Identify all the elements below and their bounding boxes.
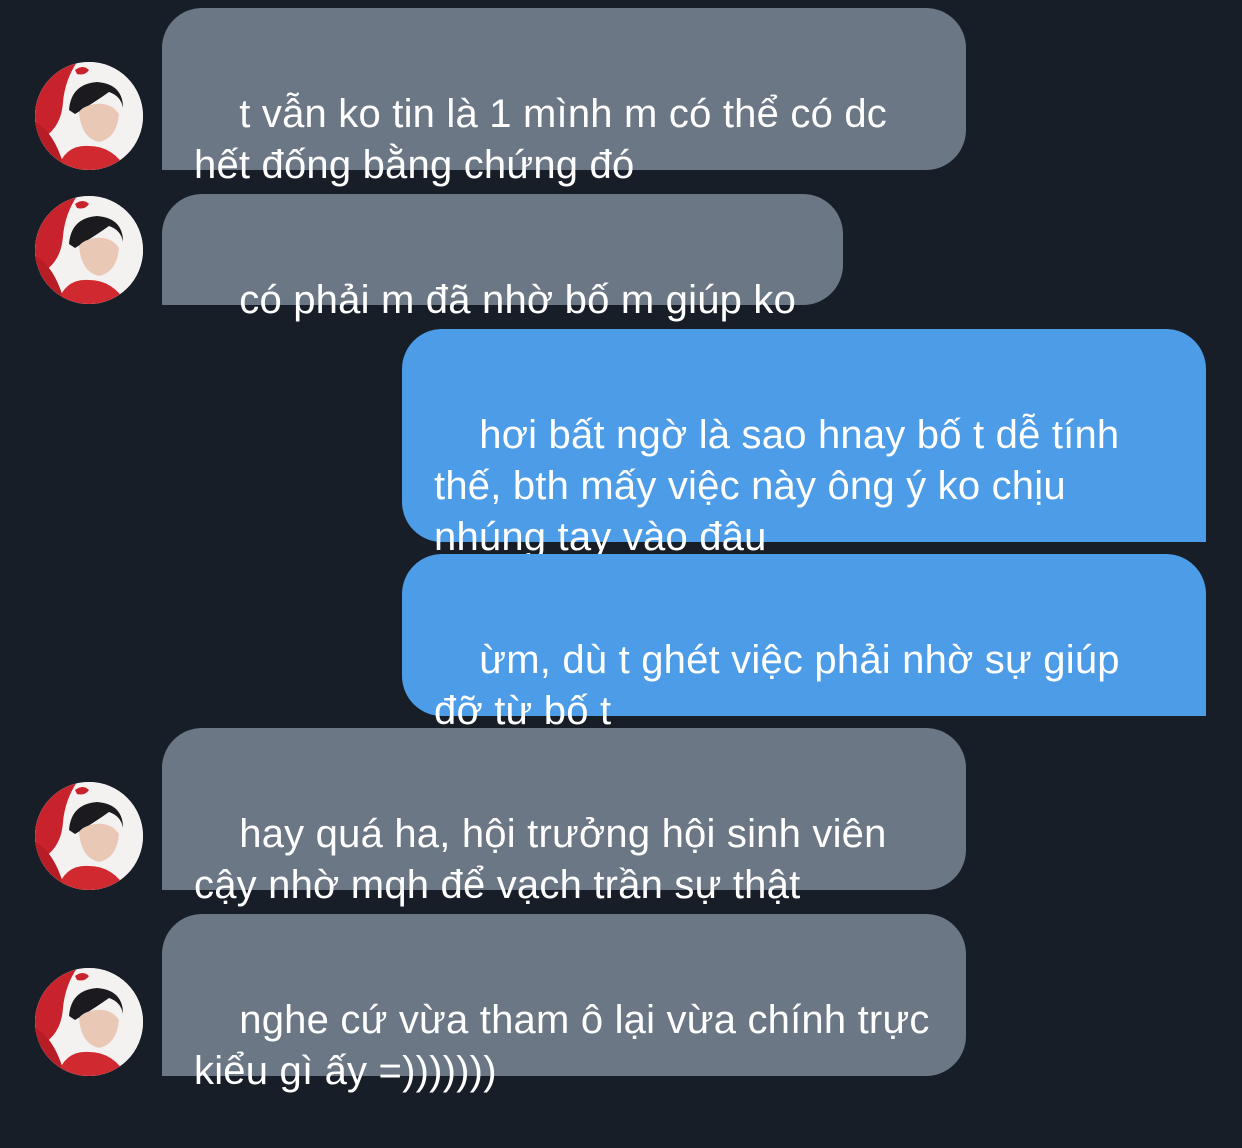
contact-avatar[interactable]: [35, 968, 143, 1076]
message-bubble-incoming[interactable]: nghe cứ vừa tham ô lại vừa chính trực ki…: [162, 914, 966, 1093]
chat-thread: t vẫn ko tin là 1 mình m có thể có dc hế…: [0, 0, 1242, 1112]
message-text: t vẫn ko tin là 1 mình m có thể có dc hế…: [194, 92, 887, 187]
avatar-photo-icon: [35, 62, 143, 170]
message-bubble-outgoing[interactable]: ừm, dù t ghét việc phải nhờ sự giúp đỡ t…: [402, 554, 1206, 733]
message-text: có phải m đã nhờ bố m giúp ko: [239, 278, 797, 322]
avatar-photo-icon: [35, 196, 143, 304]
avatar-photo-icon: [35, 968, 143, 1076]
message-bubble-incoming[interactable]: t vẫn ko tin là 1 mình m có thể có dc hế…: [162, 8, 966, 187]
message-bubble-incoming[interactable]: hay quá ha, hội trưởng hội sinh viên cậy…: [162, 728, 966, 907]
message-text: ừm, dù t ghét việc phải nhờ sự giúp đỡ t…: [434, 638, 1120, 733]
contact-avatar[interactable]: [35, 62, 143, 170]
avatar-photo-icon: [35, 782, 143, 890]
contact-avatar[interactable]: [35, 782, 143, 890]
message-text: hơi bất ngờ là sao hnay bố t dễ tính thế…: [434, 413, 1120, 559]
contact-avatar[interactable]: [35, 196, 143, 304]
message-bubble-incoming[interactable]: có phải m đã nhờ bố m giúp ko: [162, 194, 843, 322]
message-text: hay quá ha, hội trưởng hội sinh viên cậy…: [194, 812, 887, 907]
message-text: nghe cứ vừa tham ô lại vừa chính trực ki…: [194, 998, 930, 1093]
message-bubble-outgoing[interactable]: hơi bất ngờ là sao hnay bố t dễ tính thế…: [402, 329, 1206, 559]
